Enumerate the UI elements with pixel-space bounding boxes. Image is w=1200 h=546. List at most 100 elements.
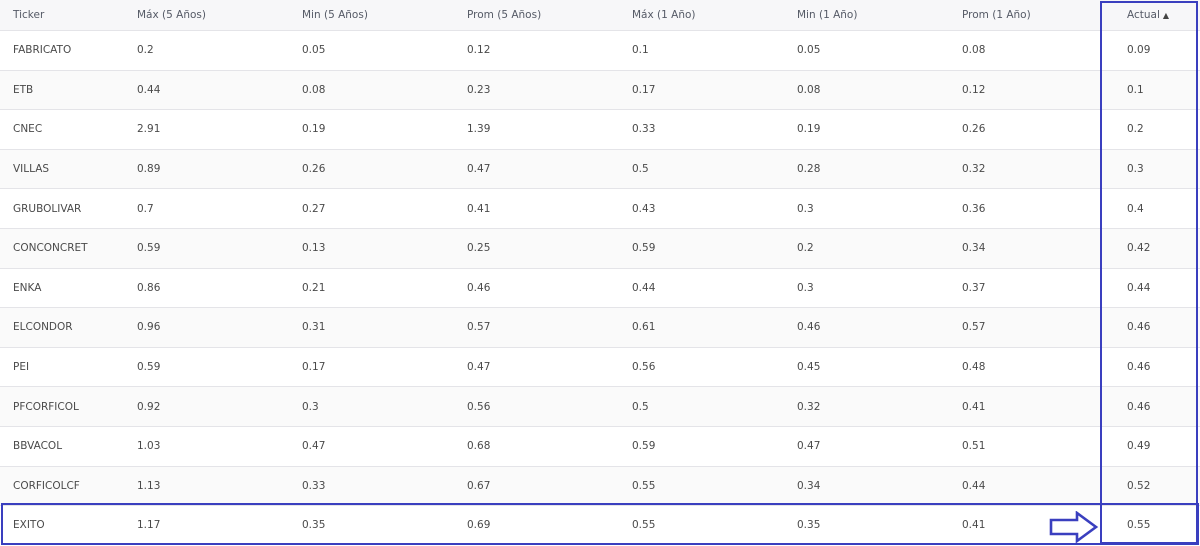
value-cell: 0.26 <box>302 163 326 176</box>
value-cell: 0.33 <box>632 123 656 136</box>
column-header-ticker[interactable]: Ticker <box>13 0 44 30</box>
table-row: ENKA 0.86 0.21 0.46 0.44 0.3 0.37 0.44 <box>0 267 1200 308</box>
value-cell: 0.44 <box>962 479 986 492</box>
column-header-avg-5y[interactable]: Prom (5 Años) <box>467 0 541 30</box>
value-cell: 0.4 <box>1127 202 1144 215</box>
column-header-avg-1y[interactable]: Prom (1 Año) <box>962 0 1031 30</box>
ticker-cell: ENKA <box>13 281 42 294</box>
value-cell: 0.59 <box>632 440 656 453</box>
table-row: EXITO 1.17 0.35 0.69 0.55 0.35 0.41 0.55 <box>0 505 1200 545</box>
value-cell: 0.05 <box>797 44 821 57</box>
table-row: PFCORFICOL 0.92 0.3 0.56 0.5 0.32 0.41 0.46 <box>0 386 1200 426</box>
value-cell: 0.35 <box>302 519 326 532</box>
value-cell: 0.48 <box>962 361 986 374</box>
value-cell: 0.33 <box>302 479 326 492</box>
value-cell: 0.55 <box>632 479 656 492</box>
value-cell: 1.03 <box>137 440 161 453</box>
column-header-label: Min (1 Año) <box>797 9 858 21</box>
value-cell: 0.12 <box>962 83 986 96</box>
value-cell: 0.46 <box>797 321 821 334</box>
value-cell: 0.28 <box>797 163 821 176</box>
ticker-cell: VILLAS <box>13 163 50 176</box>
sort-ascending-icon: ▲ <box>1162 10 1170 20</box>
column-header-label: Actual <box>1127 9 1160 21</box>
value-cell: 0.25 <box>467 242 491 255</box>
value-cell: 0.44 <box>632 281 656 294</box>
value-cell: 0.36 <box>962 202 986 215</box>
value-cell: 0.68 <box>467 440 491 453</box>
column-header-label: Prom (1 Año) <box>962 9 1031 21</box>
ticker-cell: ELCONDOR <box>13 321 73 334</box>
table-row: GRUBOLIVAR 0.7 0.27 0.41 0.43 0.3 0.36 0.4 <box>0 188 1200 228</box>
value-cell: 0.92 <box>137 400 161 413</box>
value-cell: 0.08 <box>962 44 986 57</box>
value-cell: 0.47 <box>467 361 491 374</box>
column-header-max-5y[interactable]: Máx (5 Años) <box>137 0 206 30</box>
column-header-min-5y[interactable]: Min (5 Años) <box>302 0 368 30</box>
value-cell: 2.91 <box>137 123 161 136</box>
value-cell: 0.2 <box>137 44 154 57</box>
table-row: FABRICATO 0.2 0.05 0.12 0.1 0.05 0.08 0.09 <box>0 30 1200 70</box>
value-cell: 0.69 <box>467 519 491 532</box>
value-cell: 0.05 <box>302 44 326 57</box>
ticker-cell: PFCORFICOL <box>13 400 79 413</box>
value-cell: 0.35 <box>797 519 821 532</box>
column-header-actual[interactable]: Actual ▲ <box>1127 0 1169 30</box>
value-cell: 0.21 <box>302 281 326 294</box>
ticker-cell: BBVACOL <box>13 440 63 453</box>
value-cell: 1.17 <box>137 519 161 532</box>
value-cell: 0.56 <box>632 361 656 374</box>
value-cell: 0.19 <box>302 123 326 136</box>
value-cell: 0.86 <box>137 281 161 294</box>
value-cell: 0.46 <box>1127 361 1151 374</box>
value-cell: 0.5 <box>632 400 649 413</box>
value-cell: 0.13 <box>302 242 326 255</box>
table-row: VILLAS 0.89 0.26 0.47 0.5 0.28 0.32 0.3 <box>0 148 1200 189</box>
value-cell: 0.19 <box>797 123 821 136</box>
value-cell: 0.96 <box>137 321 161 334</box>
value-cell: 0.08 <box>797 83 821 96</box>
value-cell: 0.09 <box>1127 44 1151 57</box>
value-cell: 0.26 <box>962 123 986 136</box>
value-cell: 0.46 <box>467 281 491 294</box>
column-header-label: Máx (5 Años) <box>137 9 206 21</box>
value-cell: 0.2 <box>1127 123 1144 136</box>
value-cell: 0.59 <box>137 242 161 255</box>
value-cell: 0.56 <box>467 400 491 413</box>
value-cell: 0.3 <box>797 281 814 294</box>
column-header-label: Prom (5 Años) <box>467 9 542 21</box>
ticker-cell: PEI <box>13 361 30 374</box>
value-cell: 0.23 <box>467 83 491 96</box>
value-cell: 0.1 <box>632 44 649 57</box>
value-cell: 0.45 <box>797 361 821 374</box>
value-cell: 1.39 <box>467 123 491 136</box>
table-row: ETB 0.44 0.08 0.23 0.17 0.08 0.12 0.1 <box>0 69 1200 110</box>
value-cell: 0.08 <box>302 83 326 96</box>
value-cell: 0.43 <box>632 202 656 215</box>
value-cell: 0.7 <box>137 202 154 215</box>
value-cell: 0.34 <box>797 479 821 492</box>
ticker-cell: ETB <box>13 83 34 96</box>
value-cell: 0.44 <box>137 83 161 96</box>
table-row: ELCONDOR 0.96 0.31 0.57 0.61 0.46 0.57 0.46 <box>0 307 1200 347</box>
data-table: Ticker Máx (5 Años) Min (5 Años) Prom (5… <box>0 0 1200 546</box>
value-cell: 0.51 <box>962 440 986 453</box>
value-cell: 0.3 <box>797 202 814 215</box>
value-cell: 0.61 <box>632 321 656 334</box>
value-cell: 0.41 <box>962 400 986 413</box>
value-cell: 0.12 <box>467 44 491 57</box>
column-header-max-1y[interactable]: Máx (1 Año) <box>632 0 696 30</box>
value-cell: 0.49 <box>1127 440 1151 453</box>
value-cell: 0.37 <box>962 281 986 294</box>
value-cell: 0.47 <box>797 440 821 453</box>
column-header-min-1y[interactable]: Min (1 Año) <box>797 0 857 30</box>
ticker-cell: GRUBOLIVAR <box>13 202 82 215</box>
table-header: Ticker Máx (5 Años) Min (5 Años) Prom (5… <box>0 0 1200 30</box>
table-row: CNEC 2.91 0.19 1.39 0.33 0.19 0.26 0.2 <box>0 109 1200 149</box>
value-cell: 0.46 <box>1127 321 1151 334</box>
value-cell: 0.1 <box>1127 83 1144 96</box>
value-cell: 0.17 <box>632 83 656 96</box>
value-cell: 1.13 <box>137 479 161 492</box>
table-row: CONCONCRET 0.59 0.13 0.25 0.59 0.2 0.34 0.42 <box>0 228 1200 268</box>
table-row: BBVACOL 1.03 0.47 0.68 0.59 0.47 0.51 0.49 <box>0 426 1200 466</box>
